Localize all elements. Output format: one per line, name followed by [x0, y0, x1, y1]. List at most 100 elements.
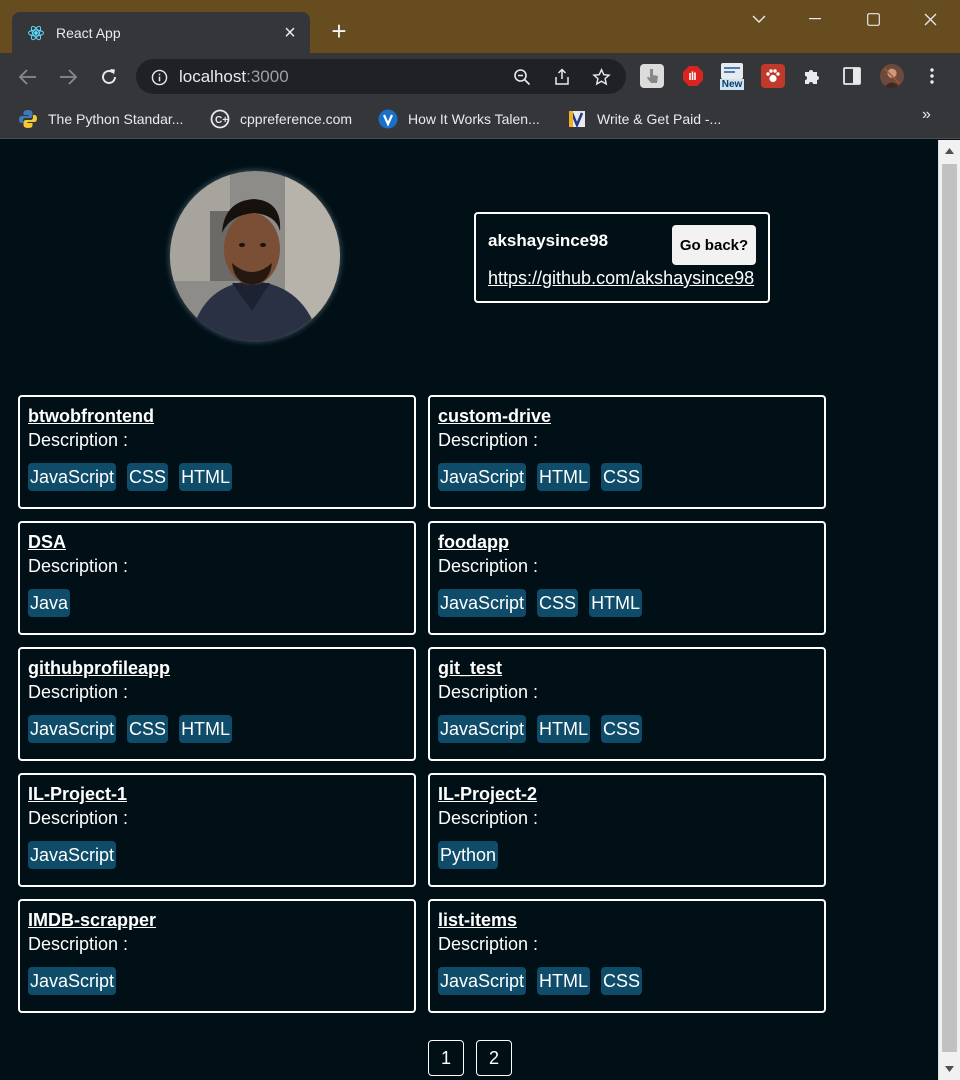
repo-name-link[interactable]: list-items — [438, 909, 517, 931]
repo-list: btwobfrontend Description : JavaScript C… — [18, 395, 828, 1013]
language-tag: HTML — [537, 715, 591, 743]
browser-toolbar: localhost:3000 New — [0, 53, 960, 100]
address-bar[interactable]: localhost:3000 — [136, 59, 626, 94]
language-tag: CSS — [537, 589, 579, 617]
repo-card: btwobfrontend Description : JavaScript C… — [18, 395, 416, 509]
language-tag: HTML — [537, 463, 591, 491]
language-tag: JavaScript — [438, 715, 527, 743]
vertical-scrollbar[interactable] — [938, 140, 960, 1080]
repo-name-link[interactable]: btwobfrontend — [28, 405, 154, 427]
minimize-button[interactable] — [800, 6, 830, 32]
language-tags: JavaScript CSS HTML — [28, 463, 414, 491]
scroll-up-arrow-icon[interactable] — [939, 142, 960, 160]
repo-name-link[interactable]: IMDB-scrapper — [28, 909, 156, 931]
language-tag: CSS — [127, 715, 169, 743]
repo-card: IMDB-scrapper Description : JavaScript — [18, 899, 416, 1013]
browser-tab[interactable]: React App × — [12, 12, 310, 53]
page-button-2[interactable]: 2 — [476, 1040, 512, 1076]
repo-description: Description : — [28, 934, 129, 954]
new-badge-extension-icon[interactable]: New — [718, 61, 746, 91]
v-logo-icon — [378, 109, 398, 129]
forward-arrow-icon[interactable] — [54, 63, 82, 91]
back-arrow-icon[interactable] — [14, 63, 42, 91]
repo-name-link[interactable]: IL-Project-1 — [28, 783, 127, 805]
repo-card: IL-Project-1 Description : JavaScript — [18, 773, 416, 887]
language-tags: JavaScript CSS HTML — [438, 589, 824, 617]
repo-description: Description : — [438, 430, 539, 450]
repo-name-link[interactable]: githubprofileapp — [28, 657, 170, 679]
language-tag: CSS — [601, 463, 643, 491]
language-tags: JavaScript CSS HTML — [28, 715, 414, 743]
write-paid-icon — [567, 109, 587, 129]
github-profile-link[interactable]: https://github.com/akshaysince98 — [488, 268, 754, 289]
repo-description: Description : — [438, 808, 539, 828]
bookmark-how-it-works[interactable]: How It Works Talen... — [378, 108, 540, 130]
bookmark-cppreference[interactable]: C+ cppreference.com — [210, 108, 352, 130]
repo-card: custom-drive Description : JavaScript HT… — [428, 395, 826, 509]
extension-new-badge: New — [719, 78, 745, 90]
tab-close-icon[interactable]: × — [280, 23, 300, 43]
language-tags: JavaScript HTML CSS — [438, 715, 824, 743]
cppreference-icon: C+ — [210, 109, 230, 129]
bookmark-star-icon[interactable] — [590, 66, 612, 88]
adblock-extension-icon[interactable] — [681, 64, 705, 88]
bookmark-python[interactable]: The Python Standar... — [18, 108, 183, 130]
extensions-puzzle-icon[interactable] — [800, 64, 824, 88]
language-tags: Java — [28, 589, 414, 617]
page-viewport: akshaysince98 Go back? https://github.co… — [2, 140, 938, 1080]
language-tag: JavaScript — [28, 967, 117, 995]
language-tag: Java — [28, 589, 71, 617]
bookmark-label: Write & Get Paid -... — [597, 111, 722, 127]
pagination: 1 2 — [428, 1040, 512, 1076]
repo-card: IL-Project-2 Description : Python — [428, 773, 826, 887]
profile-username: akshaysince98 — [488, 231, 609, 250]
repo-description: Description : — [438, 934, 539, 954]
profile-avatar-icon[interactable] — [880, 64, 904, 88]
language-tag: HTML — [179, 463, 233, 491]
bookmarks-overflow-chevron-icon[interactable]: » — [922, 106, 931, 124]
repo-name-link[interactable]: custom-drive — [438, 405, 551, 427]
scrollbar-thumb[interactable] — [942, 164, 957, 1052]
repo-description: Description : — [28, 556, 129, 576]
language-tags: JavaScript HTML CSS — [438, 967, 824, 995]
repo-name-link[interactable]: IL-Project-2 — [438, 783, 537, 805]
zoom-icon[interactable] — [511, 66, 533, 88]
touch-extension-icon[interactable] — [640, 64, 664, 88]
chrome-menu-icon[interactable] — [920, 64, 944, 88]
python-icon — [18, 109, 38, 129]
react-icon — [26, 23, 46, 43]
repo-name-link[interactable]: git_test — [438, 657, 502, 679]
language-tags: JavaScript HTML CSS — [438, 463, 824, 491]
profile-avatar — [170, 171, 340, 341]
info-icon[interactable] — [148, 66, 170, 88]
language-tags: JavaScript — [28, 841, 414, 869]
language-tag: HTML — [179, 715, 233, 743]
maximize-button[interactable] — [858, 6, 888, 32]
language-tag: JavaScript — [438, 463, 527, 491]
repo-description: Description : — [438, 556, 539, 576]
close-window-button[interactable] — [915, 6, 945, 32]
side-panel-icon[interactable] — [840, 64, 864, 88]
svg-text:C+: C+ — [215, 115, 228, 126]
scroll-down-arrow-icon[interactable] — [939, 1060, 960, 1078]
page-button-1[interactable]: 1 — [428, 1040, 464, 1076]
bookmark-write-paid[interactable]: Write & Get Paid -... — [567, 108, 721, 130]
repo-name-link[interactable]: DSA — [28, 531, 66, 553]
language-tag: Python — [438, 841, 499, 869]
share-icon[interactable] — [551, 66, 573, 88]
repo-card: DSA Description : Java — [18, 521, 416, 635]
language-tag: CSS — [601, 967, 643, 995]
go-back-button[interactable]: Go back? — [672, 225, 756, 265]
repo-card: foodapp Description : JavaScript CSS HTM… — [428, 521, 826, 635]
reload-icon[interactable] — [95, 63, 123, 91]
repo-name-link[interactable]: foodapp — [438, 531, 509, 553]
paw-extension-icon[interactable] — [761, 64, 785, 88]
language-tag: JavaScript — [28, 715, 117, 743]
new-tab-button[interactable]: + — [326, 18, 352, 44]
language-tag: CSS — [127, 463, 169, 491]
tab-search-chevron-icon[interactable] — [744, 6, 774, 32]
language-tags: Python — [438, 841, 824, 869]
bookmark-label: The Python Standar... — [48, 111, 184, 127]
language-tag: CSS — [601, 715, 643, 743]
repo-card: githubprofileapp Description : JavaScrip… — [18, 647, 416, 761]
